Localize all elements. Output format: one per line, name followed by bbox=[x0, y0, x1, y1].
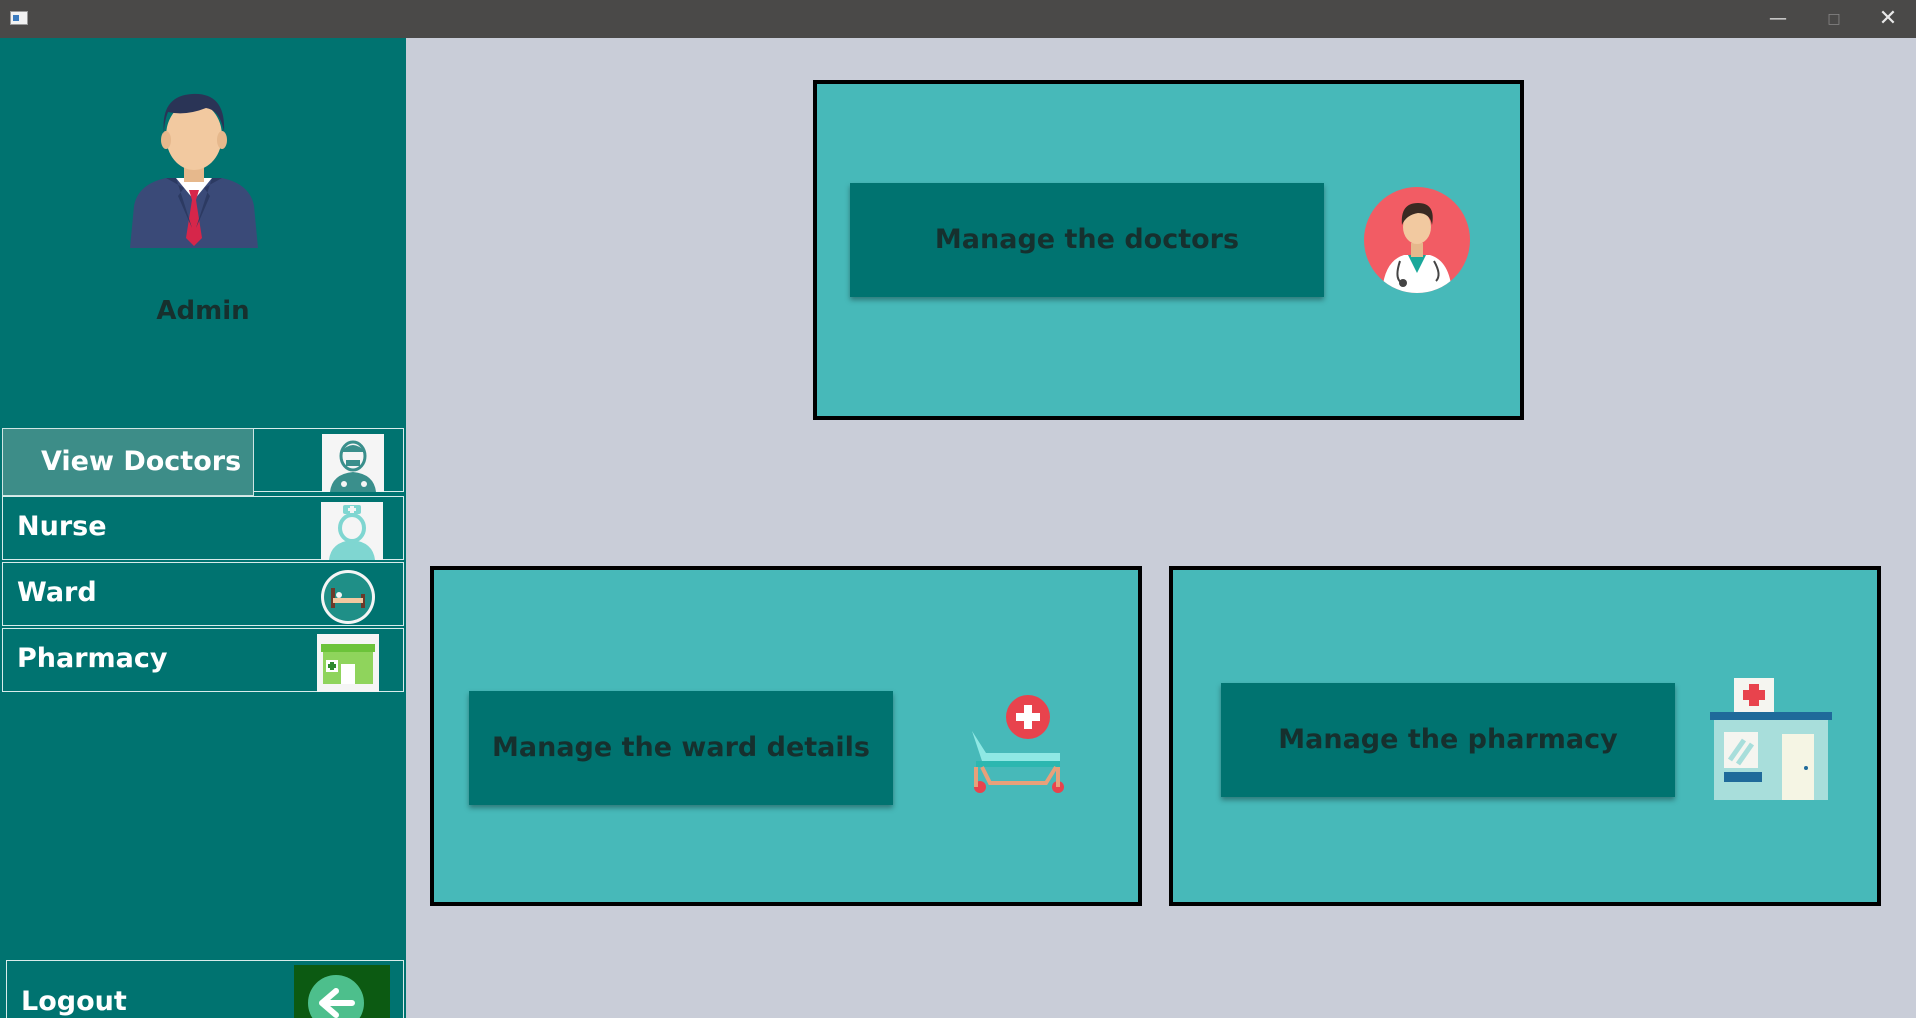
nurse-icon bbox=[321, 502, 383, 560]
title-bar: — □ ✕ bbox=[0, 0, 1916, 38]
maximize-button[interactable]: □ bbox=[1806, 0, 1862, 38]
manage-pharmacy-button[interactable]: Manage the pharmacy bbox=[1221, 683, 1675, 797]
sidebar-item-pharmacy[interactable]: Pharmacy bbox=[2, 628, 404, 692]
hospital-building-icon bbox=[1710, 678, 1832, 800]
logout-row[interactable]: Logout bbox=[6, 960, 404, 1018]
logout-button[interactable] bbox=[294, 965, 390, 1018]
user-name-label: Admin bbox=[156, 296, 250, 326]
manage-ward-button[interactable]: Manage the ward details bbox=[469, 691, 893, 805]
sidebar: Admin View Doctors Nurse Ward Pharmacy L… bbox=[0, 38, 406, 1018]
sidebar-item-label: Pharmacy bbox=[17, 643, 168, 674]
minimize-button[interactable]: — bbox=[1750, 0, 1806, 38]
sidebar-item-label: View Doctors bbox=[41, 446, 242, 477]
sidebar-item-ward[interactable]: Ward bbox=[2, 562, 404, 626]
ward-card: Manage the ward details bbox=[430, 566, 1142, 906]
manage-doctors-button[interactable]: Manage the doctors bbox=[850, 183, 1324, 297]
doctor-avatar-icon bbox=[1364, 187, 1470, 293]
bed-icon bbox=[317, 568, 379, 626]
pharmacy-store-icon bbox=[317, 634, 379, 692]
close-button[interactable]: ✕ bbox=[1860, 0, 1916, 38]
app-icon bbox=[10, 11, 28, 25]
active-item-highlight[interactable]: View Doctors bbox=[2, 428, 254, 496]
pharmacy-card: Manage the pharmacy bbox=[1169, 566, 1881, 906]
admin-avatar-icon bbox=[130, 93, 258, 248]
sidebar-item-label: Ward bbox=[17, 577, 97, 608]
hospital-bed-icon bbox=[972, 695, 1064, 793]
arrow-left-icon bbox=[308, 975, 364, 1018]
sidebar-item-nurse[interactable]: Nurse bbox=[2, 496, 404, 560]
sidebar-item-label: Nurse bbox=[17, 511, 107, 542]
logout-label: Logout bbox=[21, 986, 127, 1017]
doctor-icon bbox=[322, 434, 384, 492]
doctors-card: Manage the doctors bbox=[813, 80, 1524, 420]
